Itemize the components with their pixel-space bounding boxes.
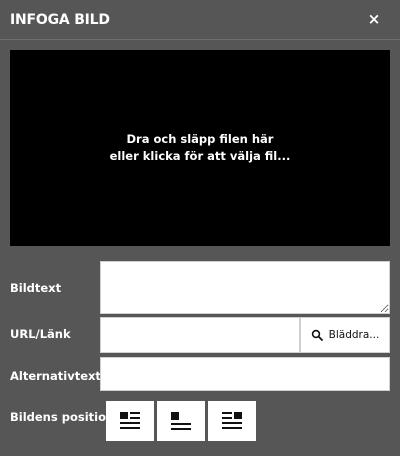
dialog-title: INFOGA BILD <box>10 12 110 28</box>
image-position-label: Bildens position <box>10 410 115 424</box>
caption-textarea[interactable] <box>100 261 390 314</box>
align-right-icon <box>222 412 242 429</box>
browse-button-label: Bläddra... <box>328 329 380 341</box>
insert-image-dialog: INFOGA BILD × Dra och släpp filen här el… <box>0 0 400 456</box>
alt-text-label: Alternativtext <box>10 369 101 383</box>
dropzone-text-line1: Dra och släpp filen här <box>126 132 274 146</box>
caption-label: Bildtext <box>10 281 62 295</box>
url-input[interactable] <box>100 317 300 353</box>
align-center-icon <box>171 412 191 430</box>
dropzone-text-line2: eller klicka för att välja fil... <box>109 149 291 163</box>
alt-text-input[interactable] <box>100 357 390 391</box>
close-icon[interactable]: × <box>366 10 382 28</box>
browse-button[interactable]: Bläddra... <box>300 317 390 353</box>
position-left-button[interactable] <box>106 401 154 441</box>
file-dropzone[interactable]: Dra och släpp filen här eller klicka för… <box>10 50 390 246</box>
align-left-icon <box>120 412 140 429</box>
search-icon <box>311 329 323 341</box>
position-right-button[interactable] <box>208 401 256 441</box>
url-label: URL/Länk <box>10 327 71 341</box>
position-center-button[interactable] <box>157 401 205 441</box>
dialog-header: INFOGA BILD × <box>0 0 400 40</box>
